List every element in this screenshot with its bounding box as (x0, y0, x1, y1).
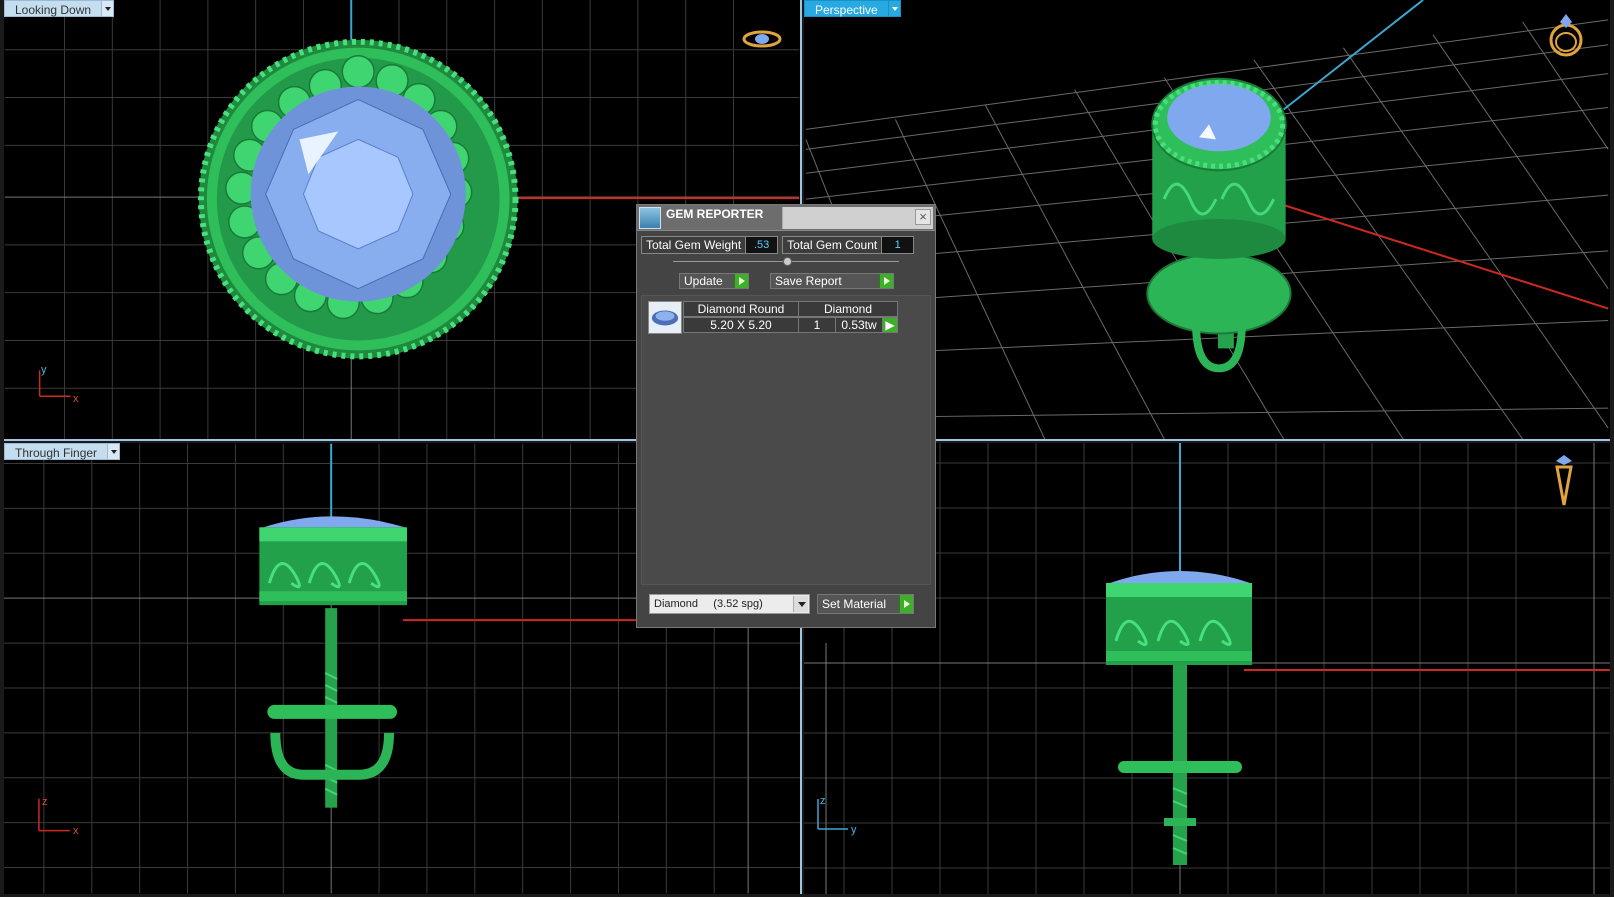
material-select[interactable]: Diamond (3.52 spg) (649, 594, 810, 614)
viewport-name[interactable]: Through Finger (4, 443, 109, 460)
axis-h-label: x (73, 393, 79, 405)
save-report-button[interactable]: Save Report (770, 273, 894, 289)
viewport-label-through-finger[interactable]: Through Finger (4, 443, 121, 460)
gem-reporter-dialog[interactable]: GEM REPORTER × Total Gem Weight .53 Tota… (636, 204, 936, 628)
viewport-name[interactable]: Looking Down (4, 0, 103, 17)
splitter-handle[interactable] (783, 257, 792, 266)
play-arrow-icon[interactable] (899, 595, 913, 613)
viewport-label-looking-down[interactable]: Looking Down (4, 0, 115, 17)
total-count-label: Total Gem Count (783, 237, 882, 253)
material-select-value: Diamond (3.52 spg) (654, 598, 763, 610)
material-row: Diamond (3.52 spg) Set Material (649, 594, 931, 614)
axis-h-label: y (851, 824, 857, 836)
action-row: Update Save Report (637, 273, 935, 289)
gem-shape: Diamond Round (683, 301, 799, 317)
play-arrow-icon[interactable] (879, 274, 893, 288)
gem-count: 1 (798, 317, 836, 333)
round-diamond-icon (648, 301, 682, 334)
total-count-value: 1 (881, 237, 914, 253)
axis-v-label: z (42, 796, 48, 808)
close-icon[interactable]: × (915, 209, 931, 225)
save-report-label: Save Report (775, 274, 842, 288)
ring-side-view-icon[interactable] (1552, 453, 1576, 507)
update-label: Update (684, 274, 723, 288)
gem-size: 5.20 X 5.20 (683, 317, 799, 333)
title-bar-fill (782, 207, 933, 229)
ring-perspective-icon[interactable] (1544, 10, 1588, 60)
total-count-box: Total Gem Count 1 (782, 236, 915, 254)
jewelry-cad-workspace: Looking Down y x Perspective Through Fin… (0, 0, 1614, 897)
chevron-down-icon[interactable] (102, 0, 115, 17)
totals-row: Total Gem Weight .53 Total Gem Count 1 (641, 236, 931, 254)
gem-reporter-app-icon (639, 206, 661, 229)
dialog-title: GEM REPORTER (666, 207, 764, 221)
viewport-label-perspective[interactable]: Perspective (804, 0, 901, 17)
axis-h-label: x (73, 825, 79, 837)
axis-v-label: z (820, 795, 826, 807)
chevron-down-icon[interactable] (888, 0, 901, 17)
chevron-down-icon[interactable] (108, 443, 121, 460)
axis-v-label: y (41, 364, 47, 376)
dialog-title-bar[interactable]: GEM REPORTER × (637, 205, 935, 231)
viewport-name[interactable]: Perspective (804, 0, 889, 17)
gem-details: Diamond Round Diamond 5.20 X 5.20 1 0.53… (683, 301, 898, 334)
update-button[interactable]: Update (679, 273, 749, 289)
play-arrow-icon[interactable]: ▶ (882, 317, 898, 333)
set-material-label: Set Material (822, 597, 887, 611)
play-arrow-icon[interactable] (734, 274, 748, 288)
total-weight-value: .53 (745, 237, 778, 253)
set-material-button[interactable]: Set Material (817, 594, 914, 614)
ring-top-view-icon[interactable] (741, 26, 783, 52)
total-weight-label: Total Gem Weight (642, 237, 746, 253)
gem-list[interactable]: Diamond Round Diamond 5.20 X 5.20 1 0.53… (641, 295, 931, 585)
chevron-down-icon[interactable] (793, 596, 808, 612)
gem-weight: 0.53tw (835, 317, 883, 333)
total-weight-box: Total Gem Weight .53 (641, 236, 779, 254)
gem-material: Diamond (798, 301, 898, 317)
list-item[interactable]: Diamond Round Diamond 5.20 X 5.20 1 0.53… (648, 301, 900, 334)
